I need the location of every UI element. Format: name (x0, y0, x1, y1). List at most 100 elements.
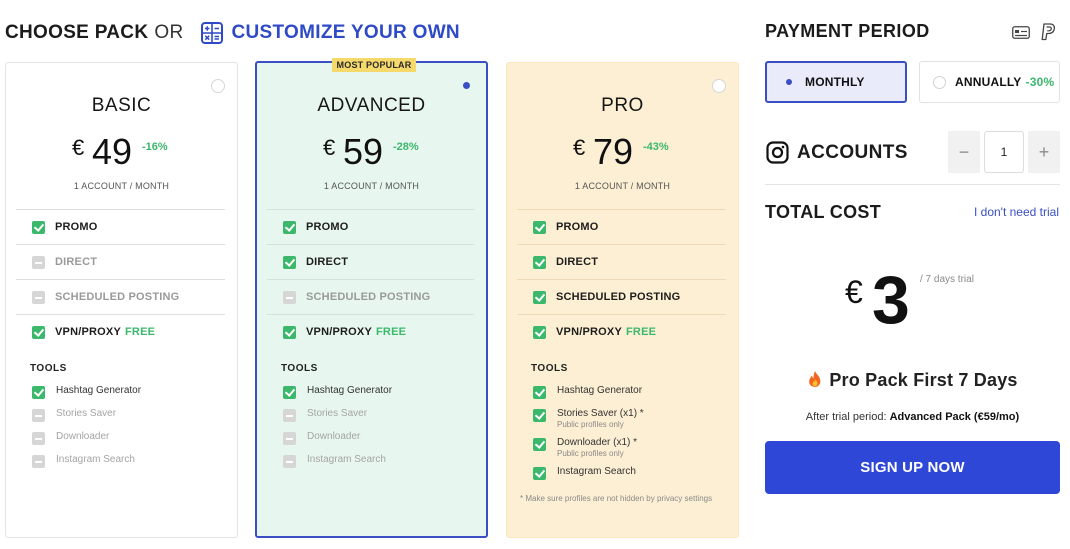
accounts-label: ACCOUNTS (797, 142, 908, 163)
checkbox-disabled-icon (32, 255, 45, 269)
checkbox-disabled-icon (283, 455, 296, 468)
tool-label: Hashtag Generator (307, 385, 393, 396)
price: € 59 -28% (257, 129, 486, 173)
feature-label: PROMO (55, 221, 98, 233)
fire-icon (809, 371, 821, 387)
price: € 49 -16% (6, 129, 237, 173)
annually-option[interactable]: ANNUALLY -30% (919, 61, 1060, 103)
feature-label: DIRECT (306, 256, 349, 268)
plan-radio-selected[interactable] (459, 78, 473, 92)
currency-symbol: € (72, 135, 85, 160)
checkbox-disabled-icon (32, 290, 45, 304)
plan-card-advanced[interactable]: MOST POPULAR ADVANCED € 59 -28% 1 ACCOUN… (255, 58, 488, 538)
tools-heading: TOOLS (531, 363, 568, 374)
plan-name: ADVANCED (317, 95, 426, 116)
plan-card-basic[interactable]: BASIC € 49 -16% 1 ACCOUNT / MONTH PROMO … (5, 62, 238, 538)
total-currency: € (845, 274, 863, 310)
tool-item: Instagram Search (283, 454, 476, 477)
feature-label: VPN/PROXY (55, 326, 121, 338)
discount-badge: -28% (393, 141, 419, 153)
checkbox-checked-icon (283, 220, 296, 234)
feature-row: VPN/PROXY FREE (517, 314, 726, 349)
calculator-icon[interactable] (201, 22, 224, 44)
after-trial-pack: Advanced Pack (€59/mo) (889, 411, 1020, 423)
tool-list: Hashtag Generator Stories Saver Download… (32, 385, 227, 477)
checkbox-checked-icon (533, 409, 546, 422)
discount-badge: -43% (643, 141, 669, 153)
privacy-note: * Make sure profiles are not hidden by p… (520, 494, 713, 503)
customize-link[interactable]: CUSTOMIZE YOUR OWN (231, 22, 459, 44)
tool-item: Stories Saver (283, 408, 476, 431)
tool-item: Downloader (283, 431, 476, 454)
instagram-icon (766, 141, 789, 164)
price-period: 1 ACCOUNT / MONTH (574, 181, 671, 191)
checkbox-checked-icon (32, 220, 45, 234)
plan-radio[interactable] (211, 79, 225, 93)
choose-pack-title: CHOOSE PACK (5, 22, 149, 43)
checkbox-checked-icon (283, 386, 296, 399)
tool-item: Downloader (x1) * Public profiles only (533, 437, 728, 466)
annually-label: ANNUALLY (955, 75, 1022, 89)
feature-list: PROMO DIRECT SCHEDULED POSTING VPN/PROXY… (16, 209, 225, 349)
feature-row: DIRECT (517, 244, 726, 279)
tool-item: Instagram Search (32, 454, 227, 477)
total-cost-label: TOTAL COST (765, 202, 882, 222)
free-tag: FREE (626, 326, 657, 338)
currency-symbol: € (573, 135, 586, 160)
tool-label: Stories Saver (x1) * (557, 408, 644, 419)
feature-list: PROMO DIRECT SCHEDULED POSTING VPN/PROXY… (267, 209, 474, 349)
after-trial-prefix: After trial period: (805, 411, 890, 423)
pack-header: CHOOSE PACK OR CUSTOMIZE YOUR OWN (5, 20, 460, 46)
checkbox-disabled-icon (283, 432, 296, 445)
checkbox-disabled-icon (283, 290, 296, 304)
checkbox-checked-icon (533, 325, 546, 339)
tool-item: Downloader (32, 431, 227, 454)
checkbox-checked-icon (533, 220, 546, 234)
tool-item: Stories Saver (32, 408, 227, 431)
price-period: 1 ACCOUNT / MONTH (73, 181, 170, 191)
tools-heading: TOOLS (281, 363, 318, 374)
feature-row: PROMO (16, 209, 225, 244)
trial-period: / 7 days trial (920, 274, 974, 285)
tool-list: Hashtag Generator Stories Saver Download… (283, 385, 476, 477)
annual-discount: -30% (1025, 75, 1055, 89)
accounts-count-input[interactable]: 1 (984, 131, 1024, 173)
discount-badge: -16% (142, 141, 168, 153)
radio-empty-icon (933, 75, 946, 89)
checkbox-disabled-icon (32, 409, 45, 422)
monthly-option[interactable]: MONTHLY (765, 61, 907, 103)
decrement-button[interactable]: − (948, 131, 980, 173)
checkbox-checked-icon (533, 438, 546, 451)
price: € 79 -43% (507, 129, 738, 173)
feature-row: VPN/PROXY FREE (267, 314, 474, 349)
plan-name: PRO (601, 95, 644, 116)
feature-label: PROMO (556, 221, 599, 233)
radio-selected-icon (783, 76, 796, 89)
tool-sublabel: Public profiles only (557, 449, 624, 458)
increment-button[interactable]: + (1028, 131, 1060, 173)
tool-item: Instagram Search (533, 466, 728, 489)
tool-label: Downloader (56, 431, 110, 442)
price-value: 59 (343, 131, 384, 172)
tool-label: Instagram Search (56, 454, 135, 465)
feature-label: SCHEDULED POSTING (306, 291, 431, 303)
feature-label: SCHEDULED POSTING (556, 291, 681, 303)
feature-row: SCHEDULED POSTING (267, 279, 474, 314)
tool-item: Stories Saver (x1) * Public profiles only (533, 408, 728, 437)
plan-card-pro[interactable]: PRO € 79 -43% 1 ACCOUNT / MONTH PROMO DI… (506, 62, 739, 538)
tool-label: Stories Saver (56, 408, 117, 419)
checkbox-checked-icon (32, 386, 45, 399)
feature-row: DIRECT (267, 244, 474, 279)
paypal-icon (1041, 23, 1056, 41)
no-trial-link[interactable]: I don't need trial (974, 205, 1059, 219)
promo-headline: Pro Pack First 7 Days (765, 370, 1060, 391)
monthly-label: MONTHLY (805, 75, 865, 89)
plan-radio[interactable] (712, 79, 726, 93)
tool-label: Instagram Search (307, 454, 386, 465)
feature-label: PROMO (306, 221, 349, 233)
tool-label: Instagram Search (557, 466, 636, 477)
total-amount: 3 (872, 262, 910, 338)
plan-name: BASIC (91, 95, 152, 116)
sign-up-button[interactable]: SIGN UP NOW (765, 441, 1060, 494)
feature-row: SCHEDULED POSTING (517, 279, 726, 314)
